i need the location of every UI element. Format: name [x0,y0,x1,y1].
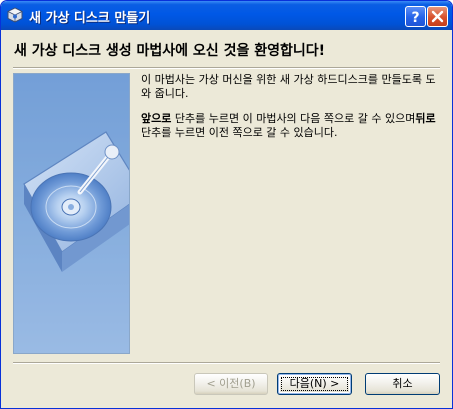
next-button[interactable]: 다음(N) > [277,373,352,395]
svg-text:?: ? [411,10,419,26]
navigation-text-1: 단추를 누르면 이 마법사의 다음 쪽으로 갈 수 있으며 [171,112,416,125]
focus-rectangle [281,377,348,391]
help-button[interactable]: ? [405,6,426,27]
next-keyword: 앞으로 [141,112,172,125]
title-bar[interactable]: 새 가상 디스크 만들기 ? [1,1,452,30]
wizard-window: 새 가상 디스크 만들기 ? 새 가상 디스크 생성 마법사에 오신 것을 환영… [0,0,453,409]
virtualbox-icon [7,7,23,23]
back-keyword: 뒤로 [415,112,436,125]
window-title: 새 가상 디스크 만들기 [29,11,151,26]
back-button[interactable]: < 이전(B) [194,373,268,395]
cancel-button[interactable]: 취소 [365,373,440,395]
hard-disk-icon [14,74,129,353]
navigation-paragraph: 앞으로 단추를 누르면 이 마법사의 다음 쪽으로 갈 수 있으며뒤로 단추를 … [141,112,441,140]
close-icon [431,10,444,23]
wizard-side-image [13,73,130,354]
close-button[interactable] [427,6,448,27]
help-icon: ? [411,10,419,26]
navigation-text-2: 단추를 누르면 이전 쪽으로 갈 수 있습니다. [141,126,338,139]
page-title: 새 가상 디스크 생성 마법사에 오신 것을 환영합니다! [14,43,325,59]
footer-divider [13,362,440,364]
intro-paragraph: 이 마법사는 가상 머신을 위한 새 가상 하드디스크를 만들도록 도와 줍니다… [141,73,436,100]
header-divider [13,67,440,69]
wizard-header: 새 가상 디스크 생성 마법사에 오신 것을 환영합니다! [2,30,451,66]
